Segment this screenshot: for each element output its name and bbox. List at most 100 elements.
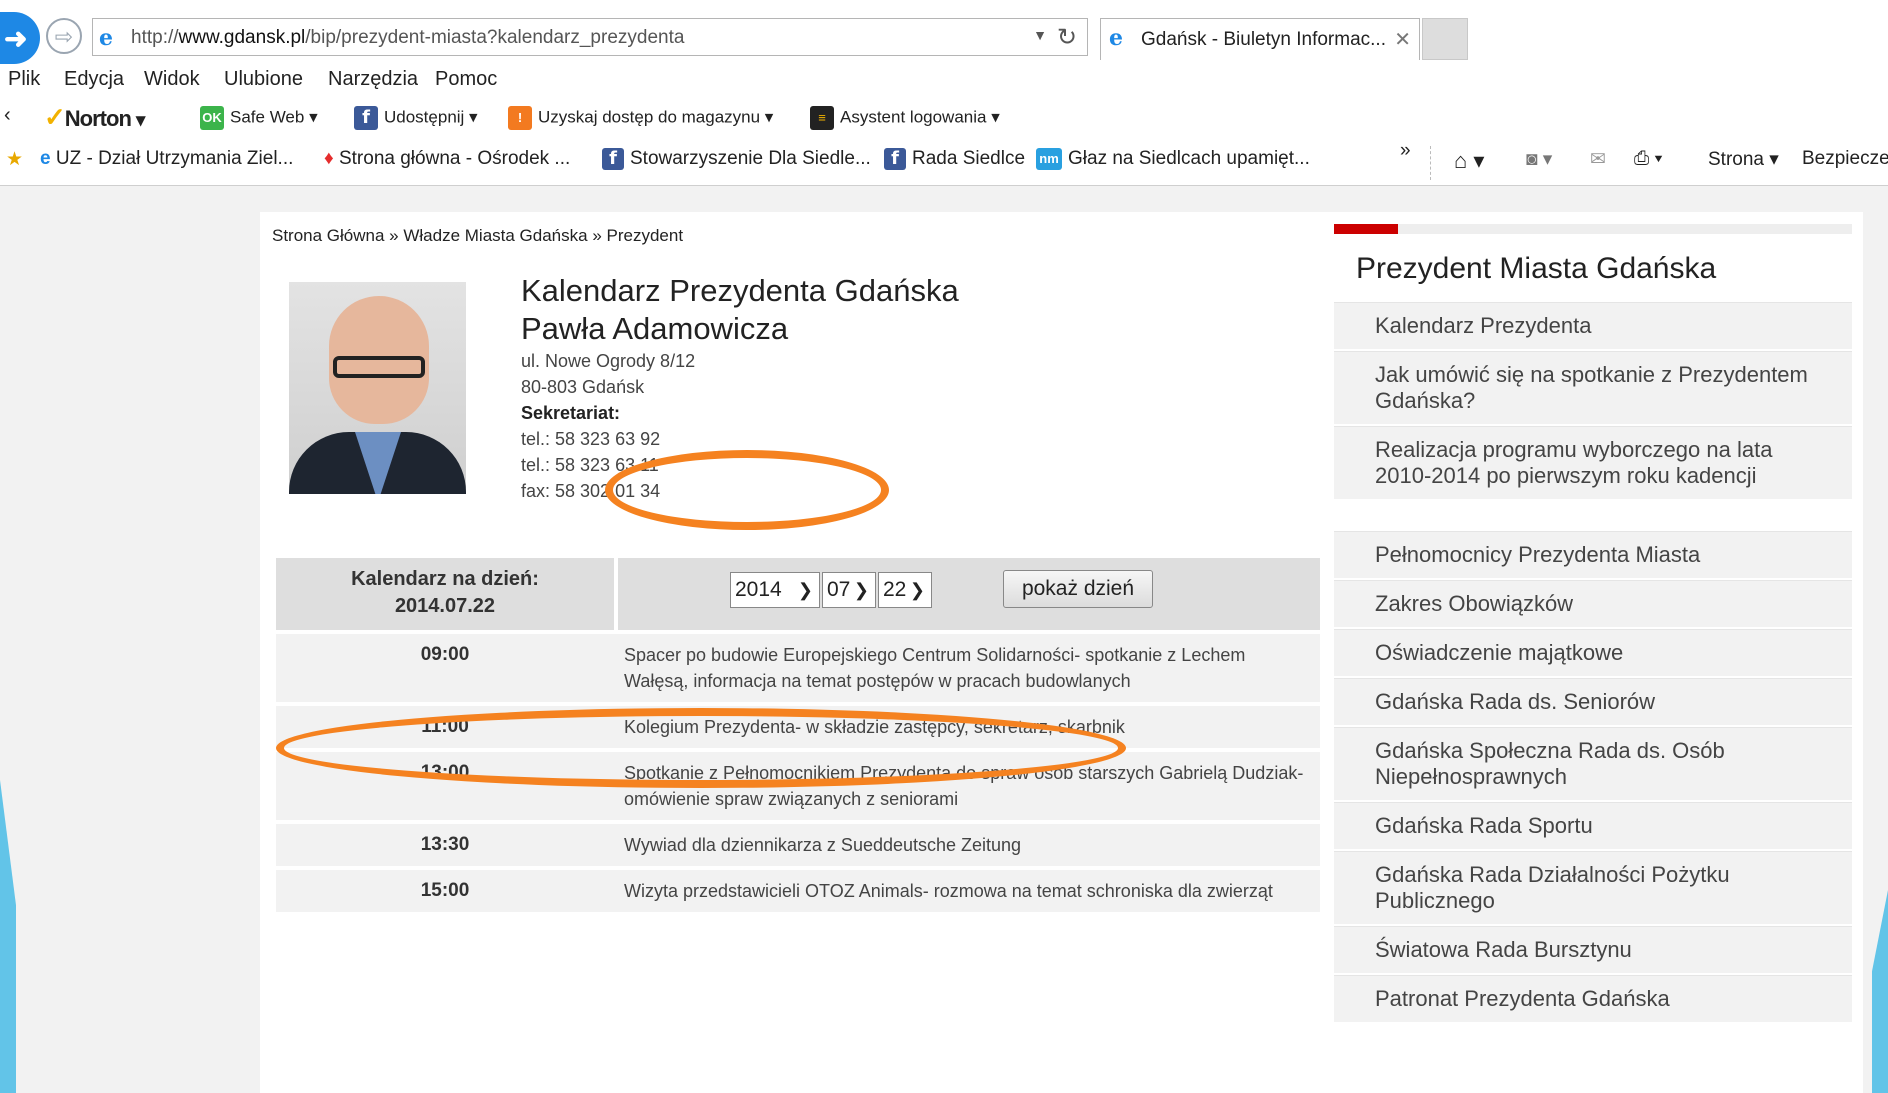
address-dropdown-icon[interactable]: ▼ xyxy=(1033,27,1047,43)
command-toolbar: ‹ ✓Norton ▾ OK Safe Web ▾ f Udostępnij ▾ !… xyxy=(0,102,1888,138)
address-street: ul. Nowe Ogrody 8/12 xyxy=(521,351,696,371)
facebook-icon: f xyxy=(354,106,378,130)
url-prefix: http:// xyxy=(131,27,179,48)
toolbar-chevron-icon[interactable]: ‹ xyxy=(4,104,11,127)
menu-tools[interactable]: Narzędzia xyxy=(328,68,418,91)
event-row: 13:30 Wywiad dla dziennikarza z Sueddeuts… xyxy=(276,820,1320,866)
fav-item-osrodek[interactable]: ♦ Strona główna - Ośrodek ... xyxy=(324,148,570,170)
breadcrumb[interactable]: Strona Główna » Władze Miasta Gdańska » … xyxy=(272,226,683,246)
chevron-down-icon: ❯ xyxy=(909,580,925,600)
menu-favorites[interactable]: Ulubione xyxy=(224,68,303,91)
sidebar-item[interactable]: Gdańska Rada Sportu xyxy=(1334,802,1852,851)
safety-menu-button[interactable]: Bezpiecze xyxy=(1802,148,1888,170)
sidebar-title: Prezydent Miasta Gdańska xyxy=(1356,252,1717,285)
sidebar-item[interactable]: Oświadczenie majątkowe xyxy=(1334,629,1852,678)
safe-web-label: Safe Web xyxy=(230,107,305,127)
day-value: 22 xyxy=(883,578,907,601)
fav-item-rada-siedlce[interactable]: f Rada Siedlce xyxy=(884,148,1025,170)
page-menu-button[interactable]: Strona ▾ xyxy=(1708,148,1779,171)
refresh-icon[interactable]: ↻ xyxy=(1057,23,1077,52)
url-text[interactable]: http://www.gdansk.pl/bip/prezydent-miast… xyxy=(131,27,684,49)
slide-decoration-right xyxy=(1872,890,1888,1093)
fav-label: UZ - Dział Utrzymania Ziel... xyxy=(55,148,294,169)
sidebar-item[interactable]: Kalendarz Prezydenta xyxy=(1334,302,1852,351)
norton-label: Norton xyxy=(64,106,132,131)
event-description: Wizyta przedstawicieli OTOZ Animals- roz… xyxy=(624,881,1273,901)
fav-label: Głaz na Siedlcach upamięt... xyxy=(1068,148,1310,170)
event-row: 09:00 Spacer po budowie Europejskiego Cen… xyxy=(276,630,1320,702)
menu-edit[interactable]: Edycja xyxy=(64,68,124,91)
print-icon[interactable]: ⎙ ▾ xyxy=(1634,148,1662,170)
sidebar-item[interactable]: Gdańska Rada Działalności Pożytku Public… xyxy=(1334,851,1852,926)
sidebar-item[interactable]: Realizacja programu wyborczego na lata 2… xyxy=(1334,426,1852,501)
norton-button[interactable]: ✓Norton ▾ xyxy=(44,102,145,133)
chevron-down-icon: ❯ xyxy=(853,580,869,600)
forward-button[interactable]: ⇨ xyxy=(46,18,82,54)
sidebar-item[interactable]: Gdańska Rada ds. Seniorów xyxy=(1334,678,1852,727)
address-bar[interactable]: e http://www.gdansk.pl/bip/prezydent-mia… xyxy=(92,18,1088,56)
menu-help[interactable]: Pomoc xyxy=(435,68,497,91)
rss-icon[interactable]: ◙ ▾ xyxy=(1526,148,1552,171)
sidebar-item[interactable]: Jak umówić się na spotkanie z Prezydente… xyxy=(1334,351,1852,426)
url-domain: www.gdansk.pl xyxy=(178,27,306,48)
show-day-button[interactable]: pokaż dzień xyxy=(1003,570,1153,608)
year-select[interactable]: 2014 ❯ xyxy=(730,572,820,608)
mail-icon[interactable]: ✉ xyxy=(1590,148,1606,171)
page-title: Kalendarz Prezydenta Gdańska Pawła Adamo… xyxy=(521,272,959,348)
back-button[interactable]: ➜ xyxy=(0,12,40,64)
forward-arrow-icon: ⇨ xyxy=(54,24,74,49)
favorites-bar: ★ e UZ - Dział Utrzymania Ziel... ♦ Stro… xyxy=(0,140,1888,180)
fav-more-button[interactable]: » xyxy=(1400,140,1411,162)
highlight-ellipse-date xyxy=(605,450,889,530)
sidebar-item[interactable]: Patronat Prezydenta Gdańska xyxy=(1334,975,1852,1024)
phone-1: tel.: 58 323 63 92 xyxy=(521,429,661,449)
tab-close-icon[interactable]: ✕ xyxy=(1394,27,1411,52)
event-time: 09:00 xyxy=(420,644,470,665)
event-row: 15:00 Wizyta przedstawicieli OTOZ Animals… xyxy=(276,866,1320,912)
ie-page-icon: e xyxy=(40,148,51,169)
back-arrow-icon: ➜ xyxy=(4,23,28,54)
favorites-star-icon[interactable]: ★ xyxy=(6,148,23,171)
day-select[interactable]: 22 ❯ xyxy=(878,572,932,608)
new-tab-button[interactable] xyxy=(1422,18,1468,60)
chrome-divider xyxy=(0,185,1888,186)
event-time: 13:30 xyxy=(420,834,470,855)
tab-title: Gdańsk - Biuletyn Informac... xyxy=(1141,29,1386,50)
month-select[interactable]: 07 ❯ xyxy=(822,572,876,608)
ie-logo-icon: e xyxy=(99,25,113,51)
sidebar-accent-bar xyxy=(1334,224,1852,234)
photo-glasses xyxy=(333,356,425,378)
sidebar-item[interactable]: Światowa Rada Bursztynu xyxy=(1334,926,1852,975)
fav-item-glaz[interactable]: nm Głaz na Siedlcach upamięt... xyxy=(1036,148,1310,170)
browser-chrome: ➜ ⇨ e http://www.gdansk.pl/bip/prezydent… xyxy=(0,0,1888,186)
login-assistant-button[interactable]: ≡ Asystent logowania ▾ xyxy=(810,106,1000,130)
sidebar-item[interactable]: Gdańska Społeczna Rada ds. Osób Niepełno… xyxy=(1334,727,1852,802)
slide-decoration-left xyxy=(0,780,16,1093)
url-path: /bip/prezydent-miasta?kalendarz_prezyden… xyxy=(305,27,685,48)
page-content: Strona Główna » Władze Miasta Gdańska » … xyxy=(260,212,1863,1093)
home-icon[interactable]: ⌂ ▾ xyxy=(1454,148,1484,174)
title-line-1: Kalendarz Prezydenta Gdańska xyxy=(521,273,959,308)
menu-view[interactable]: Widok xyxy=(144,68,200,91)
calendar-header: Kalendarz na dzień: 2014.07.22 2014 ❯ 07 ❯… xyxy=(276,558,1320,630)
safe-web-button[interactable]: OK Safe Web ▾ xyxy=(200,106,318,130)
calendar-label-line1: Kalendarz na dzień: xyxy=(351,568,539,590)
fav-item-stowarzyszenie[interactable]: f Stowarzyszenie Dla Siedle... xyxy=(602,148,871,170)
sidebar: Prezydent Miasta Gdańska Kalendarz Prezy… xyxy=(1334,224,1852,1024)
browser-tab[interactable]: e Gdańsk - Biuletyn Informac... ✕ xyxy=(1100,18,1420,60)
share-button[interactable]: f Udostępnij ▾ xyxy=(354,106,478,130)
fav-label: Rada Siedlce xyxy=(912,148,1026,170)
fav-label: Strona główna - Ośrodek ... xyxy=(338,148,571,169)
secretariat-label: Sekretariat: xyxy=(521,403,621,423)
magazine-button[interactable]: ! Uzyskaj dostęp do magazynu ▾ xyxy=(508,106,773,130)
menu-file[interactable]: Plik xyxy=(8,68,40,91)
magazine-label: Uzyskaj dostęp do magazynu xyxy=(538,107,761,127)
drop-icon: ♦ xyxy=(324,148,334,169)
chevron-down-icon: ❯ xyxy=(797,580,813,600)
norton-check-icon: ✓ xyxy=(44,102,66,132)
sidebar-item[interactable]: Zakres Obowiązków xyxy=(1334,580,1852,629)
fav-item-uz[interactable]: e UZ - Dział Utrzymania Ziel... xyxy=(40,148,293,170)
tab-ie-icon: e xyxy=(1109,25,1123,51)
sidebar-item[interactable]: Pełnomocnicy Prezydenta Miasta xyxy=(1334,531,1852,580)
event-description: Spacer po budowie Europejskiego Centrum … xyxy=(624,645,1246,691)
